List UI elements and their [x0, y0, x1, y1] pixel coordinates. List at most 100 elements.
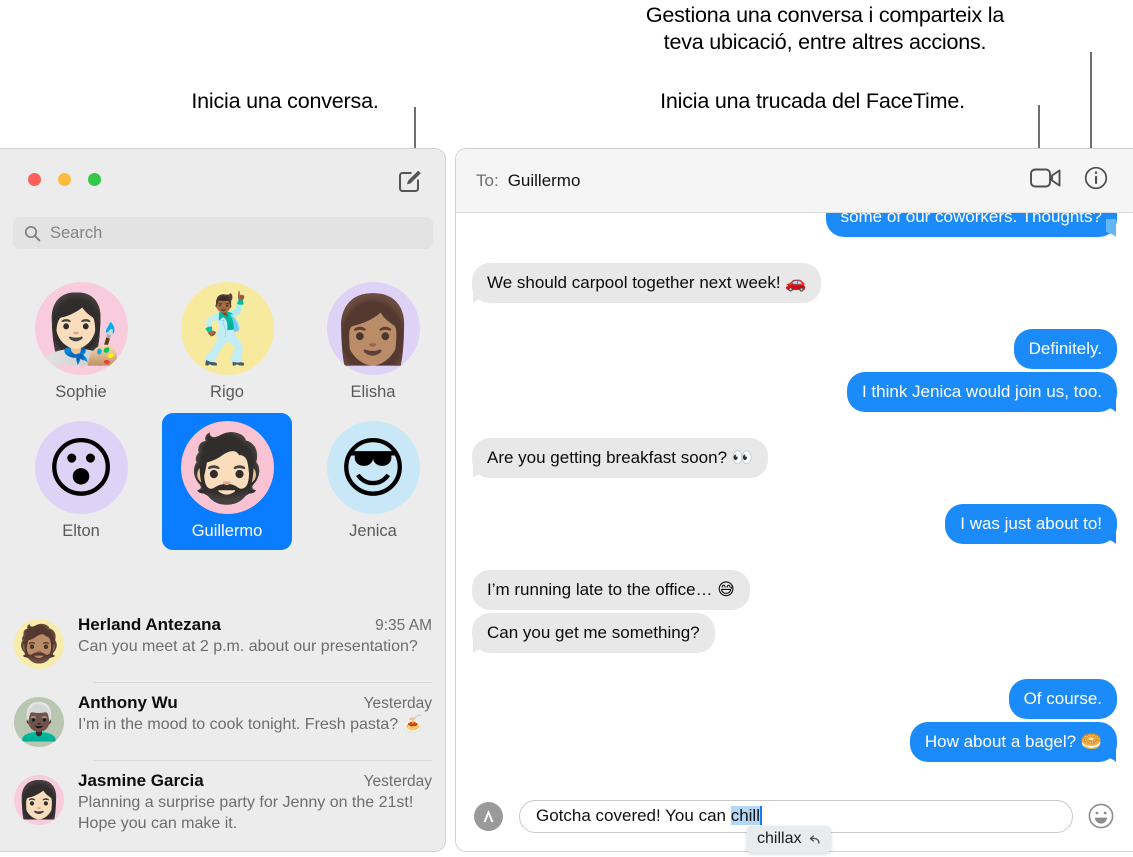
autocomplete-suggestion[interactable]: chillax	[747, 826, 832, 853]
message-out[interactable]: I think Jenica would join us, too.	[472, 372, 1117, 412]
conversation-panel: To: Guillermo some of our coworkers. Tho…	[455, 148, 1133, 852]
message-out[interactable]: Definitely.	[472, 329, 1117, 369]
close-button[interactable]	[28, 173, 41, 186]
message-in[interactable]: We should carpool together next week! 🚗	[472, 263, 1117, 303]
conversation-sender: Anthony Wu	[78, 693, 178, 712]
emoji-picker-button[interactable]	[1087, 802, 1115, 830]
message-input-selection: chill	[730, 806, 760, 825]
message-out[interactable]: I was just about to!	[472, 504, 1117, 544]
message-gap	[472, 547, 1117, 570]
conversation-time: 9:35 AM	[375, 617, 432, 634]
message-text: How about a bagel? 🥯	[924, 732, 1102, 751]
pinned-contact-elisha[interactable]: 👩🏽 Elisha	[308, 274, 438, 411]
message-out[interactable]: Of course.	[472, 679, 1117, 719]
facetime-button[interactable]	[1030, 167, 1061, 194]
avatar: 🧔🏽	[14, 619, 64, 669]
message-text: some of our coworkers. Thoughts?	[840, 213, 1102, 226]
message-text: I’m running late to the office… 😅	[487, 580, 735, 599]
conversation-summary: Jasmine Garcia Yesterday Planning a surpri…	[78, 771, 432, 834]
pinned-contact-sophie[interactable]: 👩🏻‍🎨 Sophie	[16, 274, 146, 411]
conversation-list-item[interactable]: 👨🏿‍🦳 Anthony Wu Yesterday I’m in the mood t…	[0, 682, 445, 760]
message-bubble: I think Jenica would join us, too.	[846, 372, 1117, 412]
avatar: 🕺🏾	[180, 282, 274, 375]
message-text: Definitely.	[1028, 339, 1102, 358]
message-in[interactable]: Are you getting breakfast soon? 👀	[472, 438, 1117, 478]
message-bubble: Are you getting breakfast soon? 👀	[472, 438, 768, 478]
app-store-icon	[483, 809, 494, 822]
details-button[interactable]	[1084, 166, 1108, 195]
message-in[interactable]: I’m running late to the office… 😅	[472, 570, 1117, 610]
message-gap	[472, 656, 1117, 679]
message-thread[interactable]: some of our coworkers. Thoughts? We shoul…	[456, 213, 1133, 781]
pinned-contact-label: Guillermo	[191, 522, 263, 540]
avatar: 👩🏻	[14, 775, 64, 825]
callout-facetime: Inicia una trucada del FaceTime.	[660, 89, 965, 113]
undo-arrow-icon	[810, 834, 821, 844]
message-out[interactable]: How about a bagel? 🥯	[472, 722, 1117, 762]
conversation-summary: Anthony Wu Yesterday I’m in the mood to co…	[78, 693, 432, 747]
conversation-list-item[interactable]: 🧔🏽 Herland Antezana 9:35 AM Can you meet at…	[0, 604, 445, 682]
pinned-contact-guillermo[interactable]: 🧔🏻 Guillermo	[162, 413, 292, 550]
search-icon	[24, 225, 41, 241]
conversation-preview: I’m in the mood to cook tonight. Fresh p…	[78, 716, 423, 733]
conversation-time: Yesterday	[363, 773, 432, 790]
apps-button[interactable]	[474, 801, 503, 831]
message-text: Can you get me something?	[487, 623, 700, 642]
minimize-button[interactable]	[58, 173, 71, 186]
pinned-contact-label: Elisha	[350, 383, 396, 401]
conversation-sender: Jasmine Garcia	[78, 771, 204, 790]
avatar: 😮	[34, 421, 128, 514]
pinned-contact-rigo[interactable]: 🕺🏾 Rigo	[162, 274, 292, 411]
bubble-tail	[1106, 526, 1116, 544]
message-out[interactable]: some of our coworkers. Thoughts?	[472, 213, 1117, 237]
smiley-face-icon	[1088, 803, 1114, 829]
message-bubble: I’m running late to the office… 😅	[472, 570, 750, 610]
conversation-time: Yesterday	[363, 695, 432, 712]
info-circle-icon	[1084, 166, 1108, 190]
pinned-conversations: 👩🏻‍🎨 Sophie 🕺🏾 Rigo 👩🏽 Elisha 😮 Elton 🧔🏻 Guillerm…	[0, 274, 445, 552]
conversation-list-item[interactable]: 👩🏻 Jasmine Garcia Yesterday Planning a surp…	[0, 760, 445, 847]
search-input[interactable]: Search	[13, 217, 433, 249]
message-text: I think Jenica would join us, too.	[861, 382, 1102, 401]
message-bubble: We should carpool together next week! 🚗	[472, 263, 822, 303]
compose-pencil-icon	[399, 170, 421, 192]
avatar: 👩🏽	[326, 282, 420, 375]
callout-compose: Inicia una conversa.	[191, 89, 379, 113]
compose-message-button[interactable]	[397, 169, 423, 195]
pinned-contact-label: Sophie	[55, 383, 107, 401]
message-input-text: Gotcha covered! You can chill	[536, 806, 762, 826]
message-gap	[472, 765, 1117, 781]
message-input-typed: Gotcha covered! You can	[536, 806, 731, 825]
conversation-header: To: Guillermo	[456, 149, 1133, 213]
message-bubble: Definitely.	[1013, 329, 1117, 369]
conversation-summary: Herland Antezana 9:35 AM Can you meet at 2…	[78, 615, 432, 669]
bubble-tail	[473, 285, 483, 303]
pinned-contact-label: Rigo	[210, 383, 244, 401]
sidebar: Search 👩🏻‍🎨 Sophie 🕺🏾 Rigo 👩🏽 Elisha 😮 Elton 🧔🏻 G…	[0, 148, 446, 852]
pinned-contact-jenica[interactable]: 😎 Jenica	[308, 413, 438, 550]
messages-window: Search 👩🏻‍🎨 Sophie 🕺🏾 Rigo 👩🏽 Elisha 😮 Elton 🧔🏻 G…	[0, 148, 1133, 857]
avatar: 👨🏿‍🦳	[14, 697, 64, 747]
message-gap	[472, 481, 1117, 504]
message-gap	[472, 415, 1117, 438]
bubble-tail	[1106, 219, 1116, 237]
message-bubble: How about a bagel? 🥯	[909, 722, 1117, 762]
conversation-preview: Can you meet at 2 p.m. about our present…	[78, 638, 418, 655]
message-text: I was just about to!	[960, 514, 1102, 533]
recipient-name[interactable]: Guillermo	[508, 171, 581, 191]
window-traffic-lights	[28, 173, 101, 186]
avatar: 😎	[326, 421, 420, 514]
conversation-sender: Herland Antezana	[78, 615, 221, 634]
message-gap	[472, 240, 1117, 263]
avatar: 👩🏻‍🎨	[34, 282, 128, 375]
pinned-contact-elton[interactable]: 😮 Elton	[16, 413, 146, 550]
video-camera-icon	[1030, 168, 1061, 188]
message-bubble: Of course.	[1008, 679, 1117, 719]
message-in[interactable]: Can you get me something?	[472, 613, 1117, 653]
message-bubble: I was just about to!	[945, 504, 1117, 544]
pinned-contact-label: Elton	[62, 522, 100, 540]
zoom-button[interactable]	[88, 173, 101, 186]
autocomplete-suggestion-text: chillax	[757, 830, 802, 847]
bubble-tail	[1106, 394, 1116, 412]
message-gap	[472, 306, 1117, 329]
